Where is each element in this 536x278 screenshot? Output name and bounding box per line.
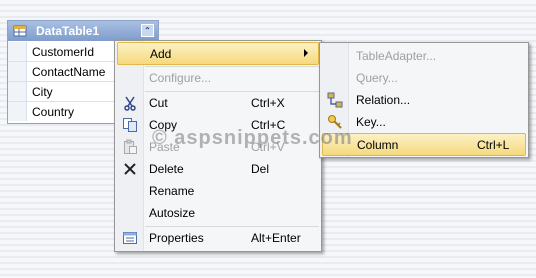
menu-item-autosize[interactable]: Autosize (117, 202, 319, 223)
menu-item-label: Relation... (356, 93, 411, 107)
column-name: Country (32, 105, 75, 119)
menu-item-cut[interactable]: Cut Ctrl+X (117, 92, 319, 113)
menu-item-label: Configure... (149, 71, 212, 85)
datatable-title: DataTable1 (36, 24, 100, 38)
scissors-icon (124, 96, 136, 111)
relation-icon (327, 92, 343, 108)
row-gutter (8, 42, 27, 61)
menu-item-label: Query... (356, 71, 398, 85)
menu-item-label: Rename (149, 184, 195, 198)
menu-item-properties[interactable]: Properties Alt+Enter (117, 227, 319, 248)
menu-item-rename[interactable]: Rename (117, 180, 319, 201)
column-name: City (32, 85, 53, 99)
column-name: ContactName (32, 65, 106, 79)
datatable-icon (13, 25, 27, 37)
menu-item-relation[interactable]: Relation... (322, 89, 526, 110)
menu-item-label: Cut (149, 96, 168, 110)
watermark-text: © aspsnippets.com (152, 127, 353, 149)
menu-item-label: TableAdapter... (356, 49, 437, 63)
menu-item-delete[interactable]: Delete Del (117, 158, 319, 179)
copy-icon (123, 118, 137, 132)
menu-item-shortcut: Ctrl+X (251, 96, 285, 110)
row-gutter (8, 102, 27, 121)
menu-item-query[interactable]: Query... (322, 67, 526, 88)
collapse-icon[interactable]: ⌃ (141, 24, 154, 37)
submenu-arrow-icon (304, 49, 308, 57)
properties-icon (123, 232, 137, 244)
row-gutter (8, 82, 27, 101)
menu-item-shortcut: Alt+Enter (251, 231, 301, 245)
menu-item-label: Delete (149, 162, 184, 176)
menu-item-label: Column (357, 138, 399, 152)
menu-item-label: Add (150, 47, 172, 61)
menu-item-tableadapter[interactable]: TableAdapter... (322, 45, 526, 66)
menu-item-label: Properties (149, 231, 204, 245)
menu-item-add[interactable]: Add (117, 42, 319, 65)
menu-item-label: Key... (356, 115, 386, 129)
menu-item-shortcut: Ctrl+L (477, 138, 510, 152)
row-gutter (8, 62, 27, 81)
paste-icon (124, 139, 137, 154)
datatable-header[interactable]: DataTable1 ⌃ (8, 21, 158, 41)
menu-item-label: Autosize (149, 206, 196, 220)
menu-item-shortcut: Del (251, 162, 270, 176)
delete-x-icon (124, 163, 136, 175)
menu-item-configure[interactable]: Configure... (117, 67, 319, 88)
column-name: CustomerId (32, 45, 95, 59)
